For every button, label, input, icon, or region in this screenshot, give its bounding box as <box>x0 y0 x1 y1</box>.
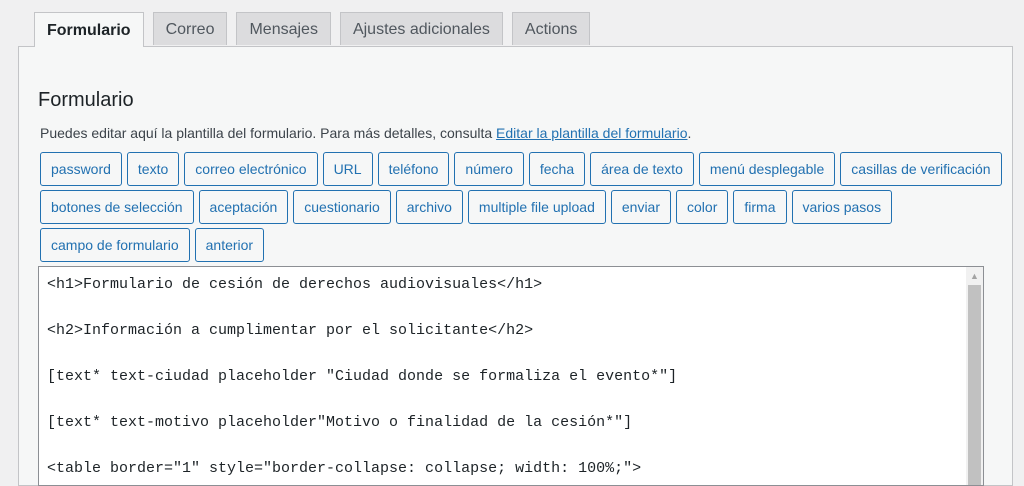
tag-button[interactable]: área de texto <box>590 152 694 186</box>
panel-title: Formulario <box>38 89 134 111</box>
tag-button-row: password texto correo electrónico URL teléfo… <box>40 152 1002 186</box>
tag-button[interactable]: color <box>676 190 729 224</box>
tab-actions[interactable]: Actions <box>511 12 591 45</box>
tag-button[interactable]: aceptación <box>198 190 289 224</box>
tag-button[interactable]: URL <box>322 152 373 186</box>
code-line: <h1>Formulario de cesión de derechos aud… <box>47 276 543 293</box>
tag-button[interactable]: campo de formulario <box>40 228 190 262</box>
tag-generator-buttons: password texto correo electrónico URL teléfo… <box>40 152 1002 266</box>
form-template-editor[interactable]: <h1>Formulario de cesión de derechos aud… <box>38 266 984 486</box>
tag-button[interactable]: botones de selección <box>40 190 194 224</box>
description-text: Puedes editar aquí la plantilla del form… <box>40 125 497 141</box>
tag-button[interactable]: password <box>40 152 122 186</box>
tag-button[interactable]: fecha <box>528 152 586 186</box>
scroll-up-icon[interactable]: ▲ <box>966 267 983 284</box>
description-suffix: . <box>687 125 692 141</box>
tag-button[interactable]: texto <box>126 152 180 186</box>
tag-button[interactable]: cuestionario <box>293 190 391 224</box>
editor-scrollbar[interactable]: ▲ <box>966 267 983 485</box>
scrollbar-thumb[interactable] <box>968 285 981 485</box>
tag-button[interactable]: menú desplegable <box>698 152 836 186</box>
tag-button[interactable]: anterior <box>194 228 265 262</box>
tag-button[interactable]: archivo <box>395 190 463 224</box>
tab-mensajes[interactable]: Mensajes <box>236 12 331 45</box>
tag-button[interactable]: enviar <box>610 190 672 224</box>
code-line: [text* text-ciudad placeholder "Ciudad d… <box>47 368 678 385</box>
tag-button[interactable]: teléfono <box>377 152 450 186</box>
code-line: <table border="1" style="border-collapse… <box>47 460 642 477</box>
panel-description: Puedes editar aquí la plantilla del form… <box>40 125 691 141</box>
code-content[interactable]: <h1>Formulario de cesión de derechos aud… <box>47 273 677 480</box>
tag-button-row: botones de selección aceptación cuestionar… <box>40 190 970 224</box>
tag-button[interactable]: casillas de verificación <box>840 152 1002 186</box>
tag-button[interactable]: firma <box>733 190 787 224</box>
tag-button[interactable]: correo electrónico <box>184 152 318 186</box>
tab-correo[interactable]: Correo <box>152 12 228 45</box>
edit-template-link[interactable]: Editar la plantilla del formulario <box>496 125 687 141</box>
tag-button[interactable]: multiple file upload <box>467 190 606 224</box>
code-line: [text* text-motivo placeholder"Motivo o … <box>47 414 633 431</box>
tag-button[interactable]: número <box>454 152 524 186</box>
tab-formulario[interactable]: Formulario <box>34 12 144 47</box>
code-line: <h2>Información a cumplimentar por el so… <box>47 322 534 339</box>
tag-button-row: campo de formulario anterior <box>40 228 970 262</box>
tab-ajustes-adicionales[interactable]: Ajustes adicionales <box>339 12 503 45</box>
tag-button[interactable]: varios pasos <box>791 190 893 224</box>
tab-bar: Formulario Correo Mensajes Ajustes adiciona… <box>34 12 591 47</box>
